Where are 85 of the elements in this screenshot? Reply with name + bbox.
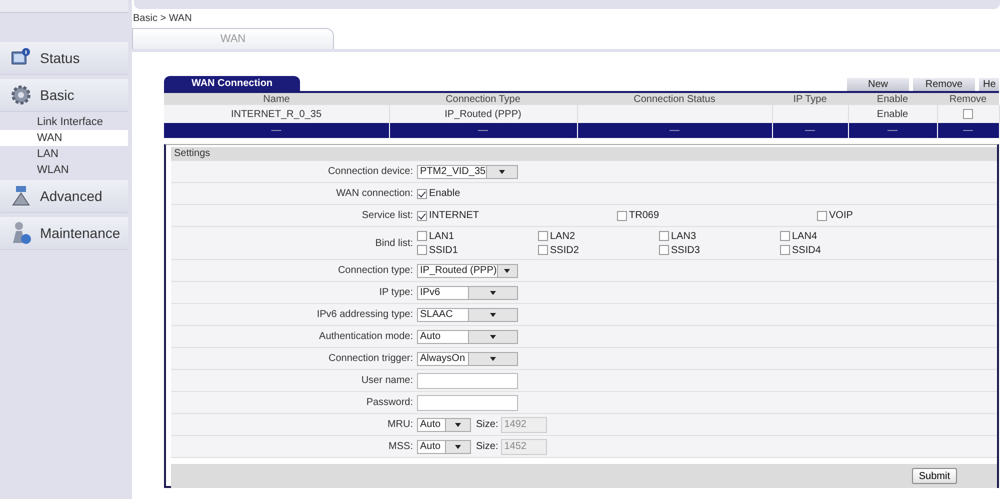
field-label: Bind list: <box>374 238 414 248</box>
submenu-item[interactable]: LAN <box>0 146 128 162</box>
field-label: IPv6 addressing type: <box>316 309 414 320</box>
size-label: Size: <box>476 441 498 452</box>
checkbox-label: LAN1 <box>429 230 454 242</box>
checkbox-label: SSID4 <box>792 244 821 256</box>
field-label: User name: <box>360 375 414 386</box>
field-label: MSS: <box>388 441 414 452</box>
field-label: Connection trigger: <box>328 353 414 364</box>
field-label: MRU: <box>386 419 414 430</box>
checkbox-label: TR069 <box>629 210 660 221</box>
dropdown[interactable]: AlwaysOn <box>417 352 518 366</box>
toolbar-button[interactable]: Remove <box>913 78 975 91</box>
submit-button[interactable]: Submit <box>912 468 957 484</box>
field-label: IP type: <box>378 287 414 298</box>
table-cell: Enable <box>876 108 908 120</box>
size-field: 1492 <box>501 416 548 432</box>
toolbar-button[interactable]: He <box>979 78 999 91</box>
menu-item[interactable]: Advanced <box>0 180 128 213</box>
checkbox-label: SSID1 <box>429 244 458 256</box>
column-header: Connection Type <box>389 93 577 105</box>
toolbar-button[interactable]: New <box>847 78 909 91</box>
checkbox[interactable] <box>538 245 548 255</box>
dropdown[interactable]: Auto <box>417 330 518 344</box>
field-label: Connection device: <box>326 166 414 177</box>
checkbox-label: LAN2 <box>550 230 576 242</box>
checkbox[interactable] <box>538 231 548 241</box>
checkbox[interactable] <box>617 210 627 220</box>
size-label: Size: <box>476 419 498 430</box>
input-field[interactable] <box>417 372 518 388</box>
dropdown[interactable]: IPv6 <box>417 286 518 300</box>
field-label: Authentication mode: <box>318 331 414 342</box>
checkbox[interactable] <box>659 245 669 255</box>
checkbox-label: LAN4 <box>792 230 818 242</box>
field-label: WAN connection: <box>335 188 414 199</box>
checkbox-label: SSID3 <box>671 244 700 256</box>
checkbox[interactable] <box>417 245 427 255</box>
field-label: Connection type: <box>336 265 414 276</box>
checkbox[interactable] <box>417 188 427 198</box>
column-header: Remove <box>937 93 999 105</box>
checkbox-label: INTERNET <box>429 210 479 221</box>
dropdown[interactable]: PTM2_VID_35 <box>417 164 518 178</box>
checkbox[interactable] <box>963 108 973 119</box>
checkbox[interactable] <box>417 231 427 241</box>
submenu-item[interactable]: WLAN <box>0 162 128 178</box>
menu-item[interactable]: Maintenance <box>0 217 128 250</box>
dropdown[interactable]: Auto <box>417 440 471 454</box>
checkbox[interactable] <box>817 210 827 220</box>
gear-icon <box>10 84 32 106</box>
field-label: Service list: <box>360 210 414 221</box>
menu-item[interactable]: Status <box>0 42 128 75</box>
dropdown[interactable]: Auto <box>417 418 471 432</box>
column-header: IP Type <box>772 93 848 105</box>
checkbox[interactable] <box>780 245 790 255</box>
checkbox-label: SSID2 <box>550 244 579 256</box>
tools-icon <box>10 185 32 207</box>
menu-item[interactable]: Basic <box>0 79 128 112</box>
checkbox-label: LAN3 <box>671 230 696 242</box>
checkbox[interactable] <box>780 231 790 241</box>
submenu-item[interactable]: WAN <box>0 130 128 146</box>
dash: — <box>670 125 680 136</box>
input-field[interactable] <box>417 394 518 410</box>
dash: — <box>963 125 973 136</box>
checkbox-label: Enable <box>429 188 460 199</box>
user-tools-icon <box>10 221 32 245</box>
table-cell: INTERNET_R_0_35 <box>230 108 322 120</box>
dash: — <box>805 125 815 136</box>
column-header: Enable <box>848 93 937 105</box>
checkbox[interactable] <box>417 210 427 220</box>
field-label: Password: <box>365 397 414 408</box>
checkbox[interactable] <box>659 231 669 241</box>
breadcrumb: Basic > WAN <box>132 12 193 24</box>
dropdown[interactable]: SLAAC <box>417 308 518 322</box>
submenu-item[interactable]: Link Interface <box>0 114 128 130</box>
panel-title: WAN Connection <box>164 76 300 91</box>
dash: — <box>478 125 488 136</box>
dash: — <box>888 125 898 136</box>
table-cell: IP_Routed (PPP) <box>444 108 522 120</box>
dropdown[interactable]: IP_Routed (PPP) <box>417 264 518 278</box>
checkbox-label: VOIP <box>829 210 853 221</box>
section-title: Settings <box>171 147 997 161</box>
size-field: 1452 <box>501 438 548 454</box>
column-header: Connection Status <box>577 93 772 105</box>
dash: — <box>271 125 282 136</box>
column-header: Name <box>164 93 389 105</box>
